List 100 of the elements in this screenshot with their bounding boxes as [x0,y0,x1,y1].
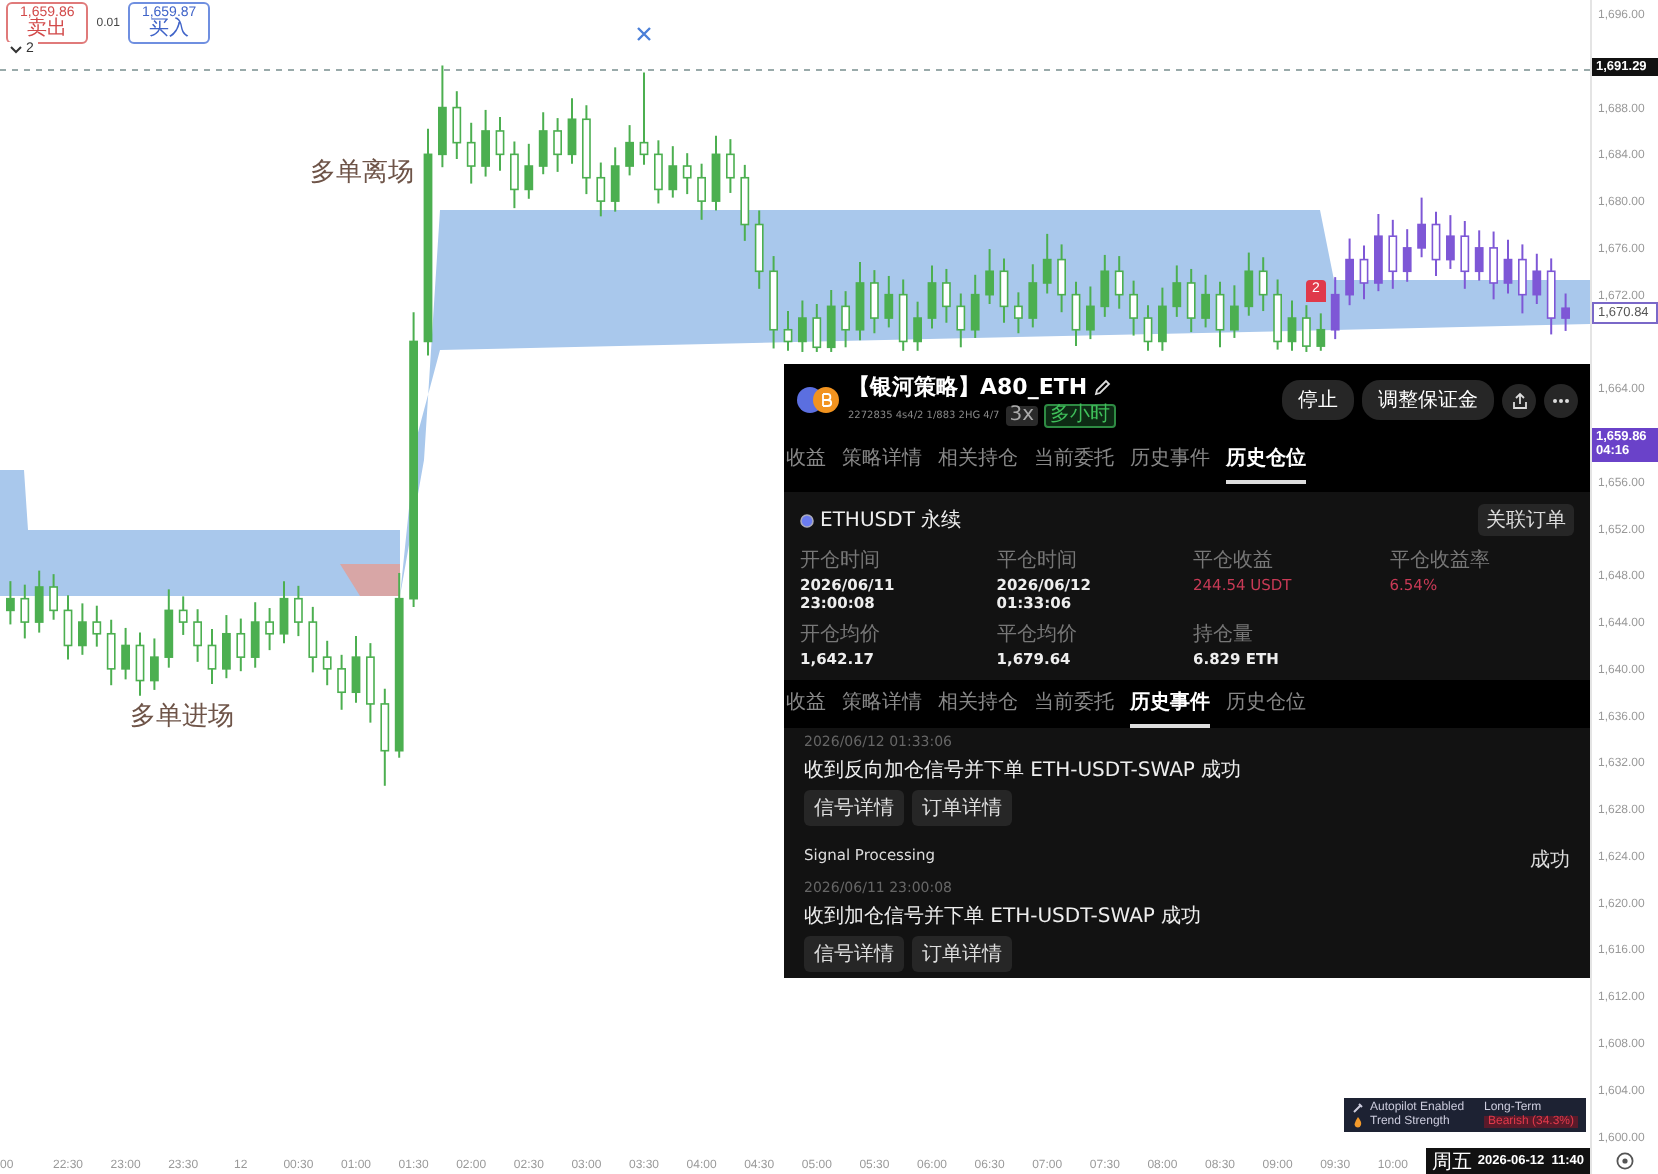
candlestick [279,580,289,645]
panel-tab[interactable]: 历史仓位 [1226,680,1306,728]
pencil-icon[interactable] [1093,378,1112,396]
more-icon [1552,397,1570,403]
candlestick [1158,286,1167,352]
panel-tab[interactable]: 收益 [786,680,826,728]
chart-annotation: 多单离场 [310,156,414,190]
cross-marker-icon [636,26,652,42]
field-label: 平仓收益 [1193,548,1275,574]
candlestick [222,614,231,680]
strategy-tag: 3x [1005,406,1039,426]
panel-tab[interactable]: 当前委托 [1034,680,1114,728]
candlestick [1230,284,1239,339]
event-message: 收到反向加仓信号并下单 ETH-USDT-SWAP 成功 [804,757,1242,784]
panel-button[interactable]: 停止 [1282,380,1354,420]
candlestick [898,278,908,352]
panel-tab[interactable]: 相关持仓 [938,436,1018,484]
field-label: 持仓量 [1193,621,1255,648]
candlestick [1287,299,1297,352]
candlestick [34,569,44,634]
candlestick [438,64,447,169]
candlestick [697,162,706,221]
candlestick [740,163,750,242]
symbol-label: ETHUSDT 永续 [820,507,964,534]
candlestick [92,604,102,648]
candlestick [308,605,318,674]
candlestick [1114,255,1124,310]
event-status: 成功 [1530,847,1570,874]
panel-tab[interactable]: 相关持仓 [938,680,1018,728]
candlestick [178,595,188,636]
candlestick [6,580,15,626]
panel-tab[interactable]: 策略详情 [842,680,922,728]
candlestick [1042,232,1052,295]
panel-tab[interactable]: 历史事件 [1130,436,1210,484]
candlestick [1316,312,1326,352]
candlestick [639,71,649,166]
candlestick [1446,214,1455,270]
candlestick [1503,238,1513,295]
candlestick [1460,220,1470,290]
more-button[interactable] [1544,383,1578,417]
candlestick [1143,304,1153,352]
panel-tab[interactable]: 当前委托 [1034,436,1114,484]
flame-icon [1352,1116,1364,1128]
event-action-button[interactable]: 订单详情 [912,936,1012,972]
field-label: 平仓均价 [996,622,1079,648]
candlestick [63,594,73,661]
wrench-icon [1352,1102,1364,1114]
candlestick [1374,212,1383,293]
candlestick [754,209,764,290]
candlestick [798,299,807,353]
candlestick [294,584,303,638]
candlestick [1402,228,1412,283]
candlestick [524,142,534,200]
candlestick [1244,251,1254,317]
coin-logo-icon [796,386,840,414]
event-action-button[interactable]: 订单详情 [912,790,1012,826]
share-button[interactable] [1502,383,1536,417]
candlestick [942,267,951,324]
strategy-title: 【银河策略】A80_ETH [848,372,1088,402]
panel-tab[interactable]: 历史仓位 [1226,436,1306,484]
candlestick [553,117,562,173]
candlestick [1014,291,1023,335]
linked-orders-button[interactable]: 关联订单 [1478,504,1574,536]
candlestick [366,642,375,724]
chart-annotation: 多单进场 [130,700,234,734]
candlestick [596,161,606,218]
event-action-button[interactable]: 信号详情 [804,790,904,826]
candlestick [1071,280,1081,348]
candlestick [783,310,793,352]
candlestick [654,139,663,205]
candlestick [1172,264,1182,318]
candlestick [351,635,361,704]
coin-dot-icon [800,513,814,527]
candlestick [913,300,922,352]
field-label: 平仓时间 [996,547,1079,574]
candlestick [812,303,822,353]
panel-tab[interactable]: 收益 [786,436,826,484]
candlestick [78,602,87,656]
candlestick [250,601,260,669]
candlestick [956,292,966,349]
candlestick [20,583,30,640]
candlestick [380,687,390,787]
chevron-down-icon [10,45,22,53]
panel-button[interactable]: 调整保证金 [1362,380,1494,420]
candlestick [495,115,505,172]
candlestick [135,631,145,697]
panel-tab[interactable]: 策略详情 [842,436,922,484]
candlestick [970,273,980,339]
candlestick [1431,210,1441,277]
event-action-button[interactable]: 信号详情 [804,936,904,972]
settings-icon[interactable] [1616,1152,1634,1170]
candlestick [1086,285,1095,341]
candlestick [164,588,174,669]
field-label: 开仓均价 [800,622,882,648]
candlestick [999,257,1009,324]
candlestick [1518,243,1527,315]
candlestick [1028,263,1038,329]
candlestick [452,90,462,161]
candlestick [1215,280,1225,349]
candlestick [711,134,721,212]
